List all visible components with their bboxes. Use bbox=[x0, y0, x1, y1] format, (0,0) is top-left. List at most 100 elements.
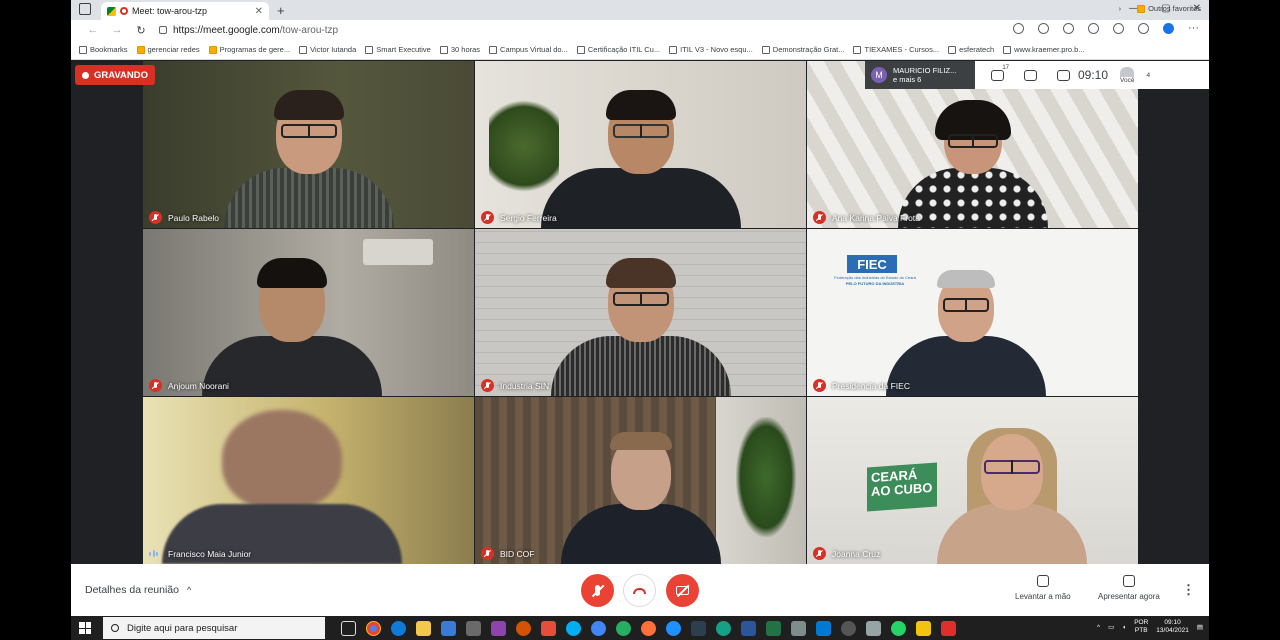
hand-icon bbox=[1036, 575, 1049, 587]
app-icon[interactable] bbox=[916, 620, 931, 636]
forward-icon[interactable]: → bbox=[105, 24, 129, 36]
participant-tile[interactable]: FIEC Federação das Indústrias do Estado … bbox=[807, 229, 1138, 396]
chrome-icon[interactable] bbox=[366, 620, 381, 636]
notifications-icon[interactable]: ▤ bbox=[1197, 623, 1203, 631]
profile-icon[interactable] bbox=[1163, 23, 1174, 34]
word-icon[interactable] bbox=[741, 620, 756, 636]
url-domain: https://meet.google.com bbox=[173, 24, 280, 36]
browser-menu-icon[interactable]: ··· bbox=[1188, 23, 1199, 34]
ie-icon[interactable] bbox=[666, 620, 681, 636]
app-icon[interactable] bbox=[791, 620, 806, 636]
mic-in-use-icon[interactable] bbox=[1013, 23, 1024, 34]
raise-hand-button[interactable]: Levantar a mão bbox=[1015, 575, 1071, 601]
favorite-star-icon[interactable] bbox=[1038, 23, 1049, 34]
url-field[interactable]: https://meet.google.com /tow-arou-tzp bbox=[159, 25, 338, 36]
bookmark-item[interactable]: 30 horas bbox=[439, 45, 480, 54]
acrobat-icon[interactable] bbox=[941, 620, 956, 636]
reload-icon[interactable]: ↻ bbox=[129, 24, 153, 37]
participant-tile[interactable]: BID COF bbox=[475, 397, 806, 564]
language-indicator[interactable]: POR PTB bbox=[1134, 619, 1148, 635]
share-icon[interactable] bbox=[1138, 23, 1149, 34]
presenter-more: e mais 6 bbox=[893, 75, 922, 84]
whatsapp-icon[interactable] bbox=[891, 620, 906, 636]
folder-icon bbox=[208, 45, 217, 54]
participant-tile[interactable]: CEARÁ AO CUBO Joanna Cruz bbox=[807, 397, 1138, 564]
app-icon[interactable] bbox=[691, 620, 706, 636]
browser-tab[interactable]: Meet: tow-arou-tzp ✕ bbox=[101, 2, 269, 20]
participants-icon[interactable]: 17 bbox=[991, 65, 1009, 81]
presenter-chip[interactable]: M MAURICIO FILIZ... e mais 6 bbox=[865, 61, 975, 89]
url-path: /tow-arou-tzp bbox=[279, 24, 339, 36]
bookmark-item[interactable]: Programas de gere... bbox=[208, 45, 290, 54]
close-tab-icon[interactable]: ✕ bbox=[255, 6, 263, 17]
mail-icon[interactable] bbox=[466, 620, 481, 636]
meeting-details-button[interactable]: Detalhes da reunião ^ bbox=[85, 584, 191, 596]
more-options-icon[interactable]: ⋮ bbox=[1182, 582, 1195, 598]
bookmark-item[interactable]: Certificação ITIL Cu... bbox=[576, 45, 660, 54]
firefox-icon[interactable] bbox=[641, 620, 656, 636]
store-icon[interactable] bbox=[441, 620, 456, 636]
task-view-icon[interactable] bbox=[341, 620, 356, 636]
bookmark-item[interactable]: Demonstração Grat... bbox=[761, 45, 844, 54]
participant-tile[interactable]: Industria SIN bbox=[475, 229, 806, 396]
skype-icon[interactable] bbox=[566, 620, 581, 636]
app-icon[interactable] bbox=[716, 620, 731, 636]
bookmark-item[interactable]: Bookmarks bbox=[79, 45, 128, 54]
edge-icon[interactable] bbox=[391, 620, 406, 636]
back-icon[interactable]: ← bbox=[81, 24, 105, 36]
taskbar-search-input[interactable]: Digite aqui para pesquisar bbox=[103, 617, 325, 639]
self-view[interactable]: Você bbox=[1120, 66, 1135, 84]
bookmark-item[interactable]: ITIL V3 - Novo esqu... bbox=[669, 45, 753, 54]
app-icon[interactable] bbox=[491, 620, 506, 636]
camera-toggle-button[interactable] bbox=[666, 574, 699, 607]
bookmark-item[interactable]: Smart Executive bbox=[365, 45, 431, 54]
volume-icon[interactable]: ◖ bbox=[1122, 624, 1126, 631]
favorites-icon[interactable] bbox=[1113, 23, 1124, 34]
participant-name: Paulo Rabelo bbox=[168, 212, 220, 223]
outlook-icon[interactable] bbox=[816, 620, 831, 636]
app-icon[interactable] bbox=[516, 620, 531, 636]
recording-label: GRAVANDO bbox=[94, 69, 149, 81]
bookmark-item[interactable]: www.kraemer.pro.b... bbox=[1003, 45, 1085, 54]
extension-icon[interactable] bbox=[1063, 23, 1074, 34]
ceara-banner: CEARÁ AO CUBO bbox=[867, 462, 937, 512]
leave-call-button[interactable] bbox=[623, 574, 656, 607]
excel-icon[interactable] bbox=[766, 620, 781, 636]
network-icon[interactable]: ▭ bbox=[1108, 623, 1114, 631]
chat-icon[interactable] bbox=[1024, 69, 1037, 81]
microphone-toggle-button[interactable] bbox=[581, 574, 614, 607]
participant-tile[interactable]: Sergio Ferreira bbox=[475, 61, 806, 228]
app-icon[interactable] bbox=[866, 620, 881, 636]
presenter-name: MAURICIO FILIZ... bbox=[893, 66, 957, 75]
app-icon[interactable] bbox=[616, 620, 631, 636]
activities-icon[interactable] bbox=[1057, 69, 1070, 81]
tab-actions-icon[interactable] bbox=[79, 3, 91, 15]
bookmark-label: Smart Executive bbox=[376, 45, 431, 54]
app-icon[interactable] bbox=[841, 620, 856, 636]
bookmark-item[interactable]: Victor Iutanda bbox=[299, 45, 356, 54]
browser-tab-bar: Meet: tow-arou-tzp ✕ + — ▢ ✕ bbox=[71, 0, 1209, 20]
other-favorites-folder[interactable]: Outros favoritos bbox=[1137, 4, 1201, 13]
collections-icon[interactable] bbox=[1088, 23, 1099, 34]
tray-chevron-icon[interactable]: ^ bbox=[1097, 624, 1100, 631]
bookmark-item[interactable]: TIEXAMES - Cursos... bbox=[853, 45, 939, 54]
other-favorites-label: Outros favoritos bbox=[1148, 4, 1201, 13]
bookmark-item[interactable]: esferatech bbox=[948, 45, 994, 54]
participant-tile[interactable]: Anjoum Noorani bbox=[143, 229, 474, 396]
windows-start-icon[interactable] bbox=[79, 622, 91, 634]
recording-badge: GRAVANDO bbox=[75, 65, 156, 85]
chrome-icon[interactable] bbox=[591, 620, 606, 636]
more-bookmarks-icon[interactable]: › bbox=[1119, 4, 1122, 13]
app-icon[interactable] bbox=[541, 620, 556, 636]
participant-tile[interactable]: Francisco Maia Junior bbox=[143, 397, 474, 564]
bookmark-item[interactable]: Campus Virtual do... bbox=[489, 45, 568, 54]
participants-count: 17 bbox=[1002, 64, 1009, 71]
taskbar-clock[interactable]: 09:10 13/04/2021 bbox=[1156, 619, 1189, 635]
new-tab-button[interactable]: + bbox=[277, 3, 285, 18]
video-grid: Paulo Rabelo Sergio Ferreira Ana Karina … bbox=[143, 61, 1138, 564]
bookmark-item[interactable]: gerenciar redes bbox=[136, 45, 200, 54]
present-now-button[interactable]: Apresentar agora bbox=[1098, 575, 1160, 601]
system-tray: ^ ▭ ◖ POR PTB 09:10 13/04/2021 ▤ bbox=[1097, 619, 1203, 635]
file-explorer-icon[interactable] bbox=[416, 620, 431, 636]
participant-tile[interactable]: Paulo Rabelo bbox=[143, 61, 474, 228]
